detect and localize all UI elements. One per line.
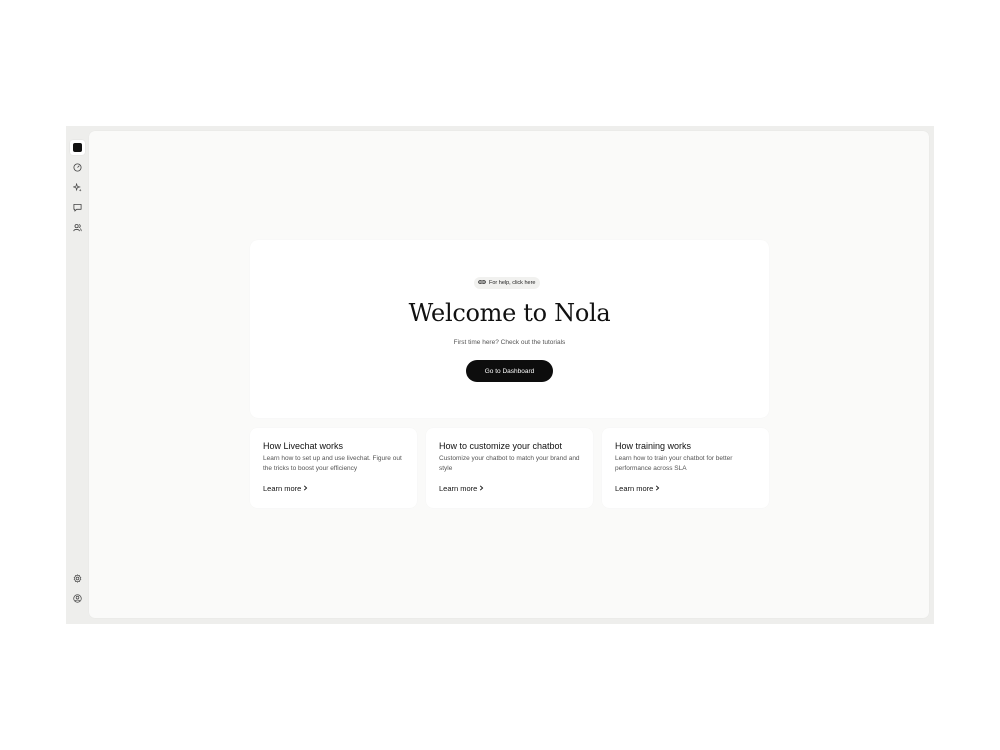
- sidebar-item-settings[interactable]: [70, 571, 85, 586]
- page-subtitle: First time here? Check out the tutorials: [453, 339, 566, 346]
- logo-square-icon: [73, 143, 82, 152]
- learn-more-link[interactable]: Learn more: [615, 484, 660, 493]
- help-link[interactable]: For help, click here: [474, 277, 541, 289]
- chat-bubble-icon: [73, 203, 82, 212]
- card-title: How to customize your chatbot: [439, 441, 563, 451]
- user-circle-icon: [73, 594, 82, 603]
- sidebar-item-users[interactable]: [70, 220, 85, 235]
- gear-icon: [73, 574, 82, 583]
- sparkles-icon: [73, 183, 82, 192]
- link-icon: [478, 279, 486, 287]
- page-title: Welcome to Nola: [408, 299, 611, 327]
- sidebar-item-chats[interactable]: [70, 200, 85, 215]
- tutorial-card-customize[interactable]: How to customize your chatbot Customize …: [426, 428, 593, 508]
- card-title: How Livechat works: [263, 441, 344, 451]
- go-to-dashboard-button[interactable]: Go to Dashboard: [466, 360, 553, 382]
- learn-more-label: Learn more: [439, 484, 478, 493]
- users-icon: [73, 223, 82, 232]
- learn-more-label: Learn more: [263, 484, 302, 493]
- card-title: How training works: [615, 441, 692, 451]
- welcome-card: For help, click here Welcome to Nola Fir…: [250, 240, 769, 418]
- sidebar-item-ai[interactable]: [70, 180, 85, 195]
- tutorial-card-training[interactable]: How training works Learn how to train yo…: [602, 428, 769, 508]
- card-description: Learn how to set up and use livechat. Fi…: [263, 455, 402, 472]
- card-description: Customize your chatbot to match your bra…: [439, 455, 580, 472]
- chevron-right-icon: [655, 484, 660, 493]
- sidebar: [66, 126, 89, 624]
- help-link-label: For help, click here: [489, 280, 536, 286]
- chevron-right-icon: [303, 484, 308, 493]
- chevron-right-icon: [479, 484, 484, 493]
- sidebar-item-analytics[interactable]: [70, 160, 85, 175]
- learn-more-link[interactable]: Learn more: [263, 484, 308, 493]
- tutorial-card-livechat[interactable]: How Livechat works Learn how to set up a…: [250, 428, 417, 508]
- main-panel: For help, click here Welcome to Nola Fir…: [89, 131, 929, 618]
- app-window: For help, click here Welcome to Nola Fir…: [66, 126, 934, 624]
- gauge-icon: [73, 163, 82, 172]
- learn-more-link[interactable]: Learn more: [439, 484, 484, 493]
- sidebar-item-profile[interactable]: [70, 591, 85, 606]
- card-description: Learn how to train your chatbot for bett…: [615, 455, 733, 472]
- learn-more-label: Learn more: [615, 484, 654, 493]
- sidebar-item-home[interactable]: [70, 140, 85, 155]
